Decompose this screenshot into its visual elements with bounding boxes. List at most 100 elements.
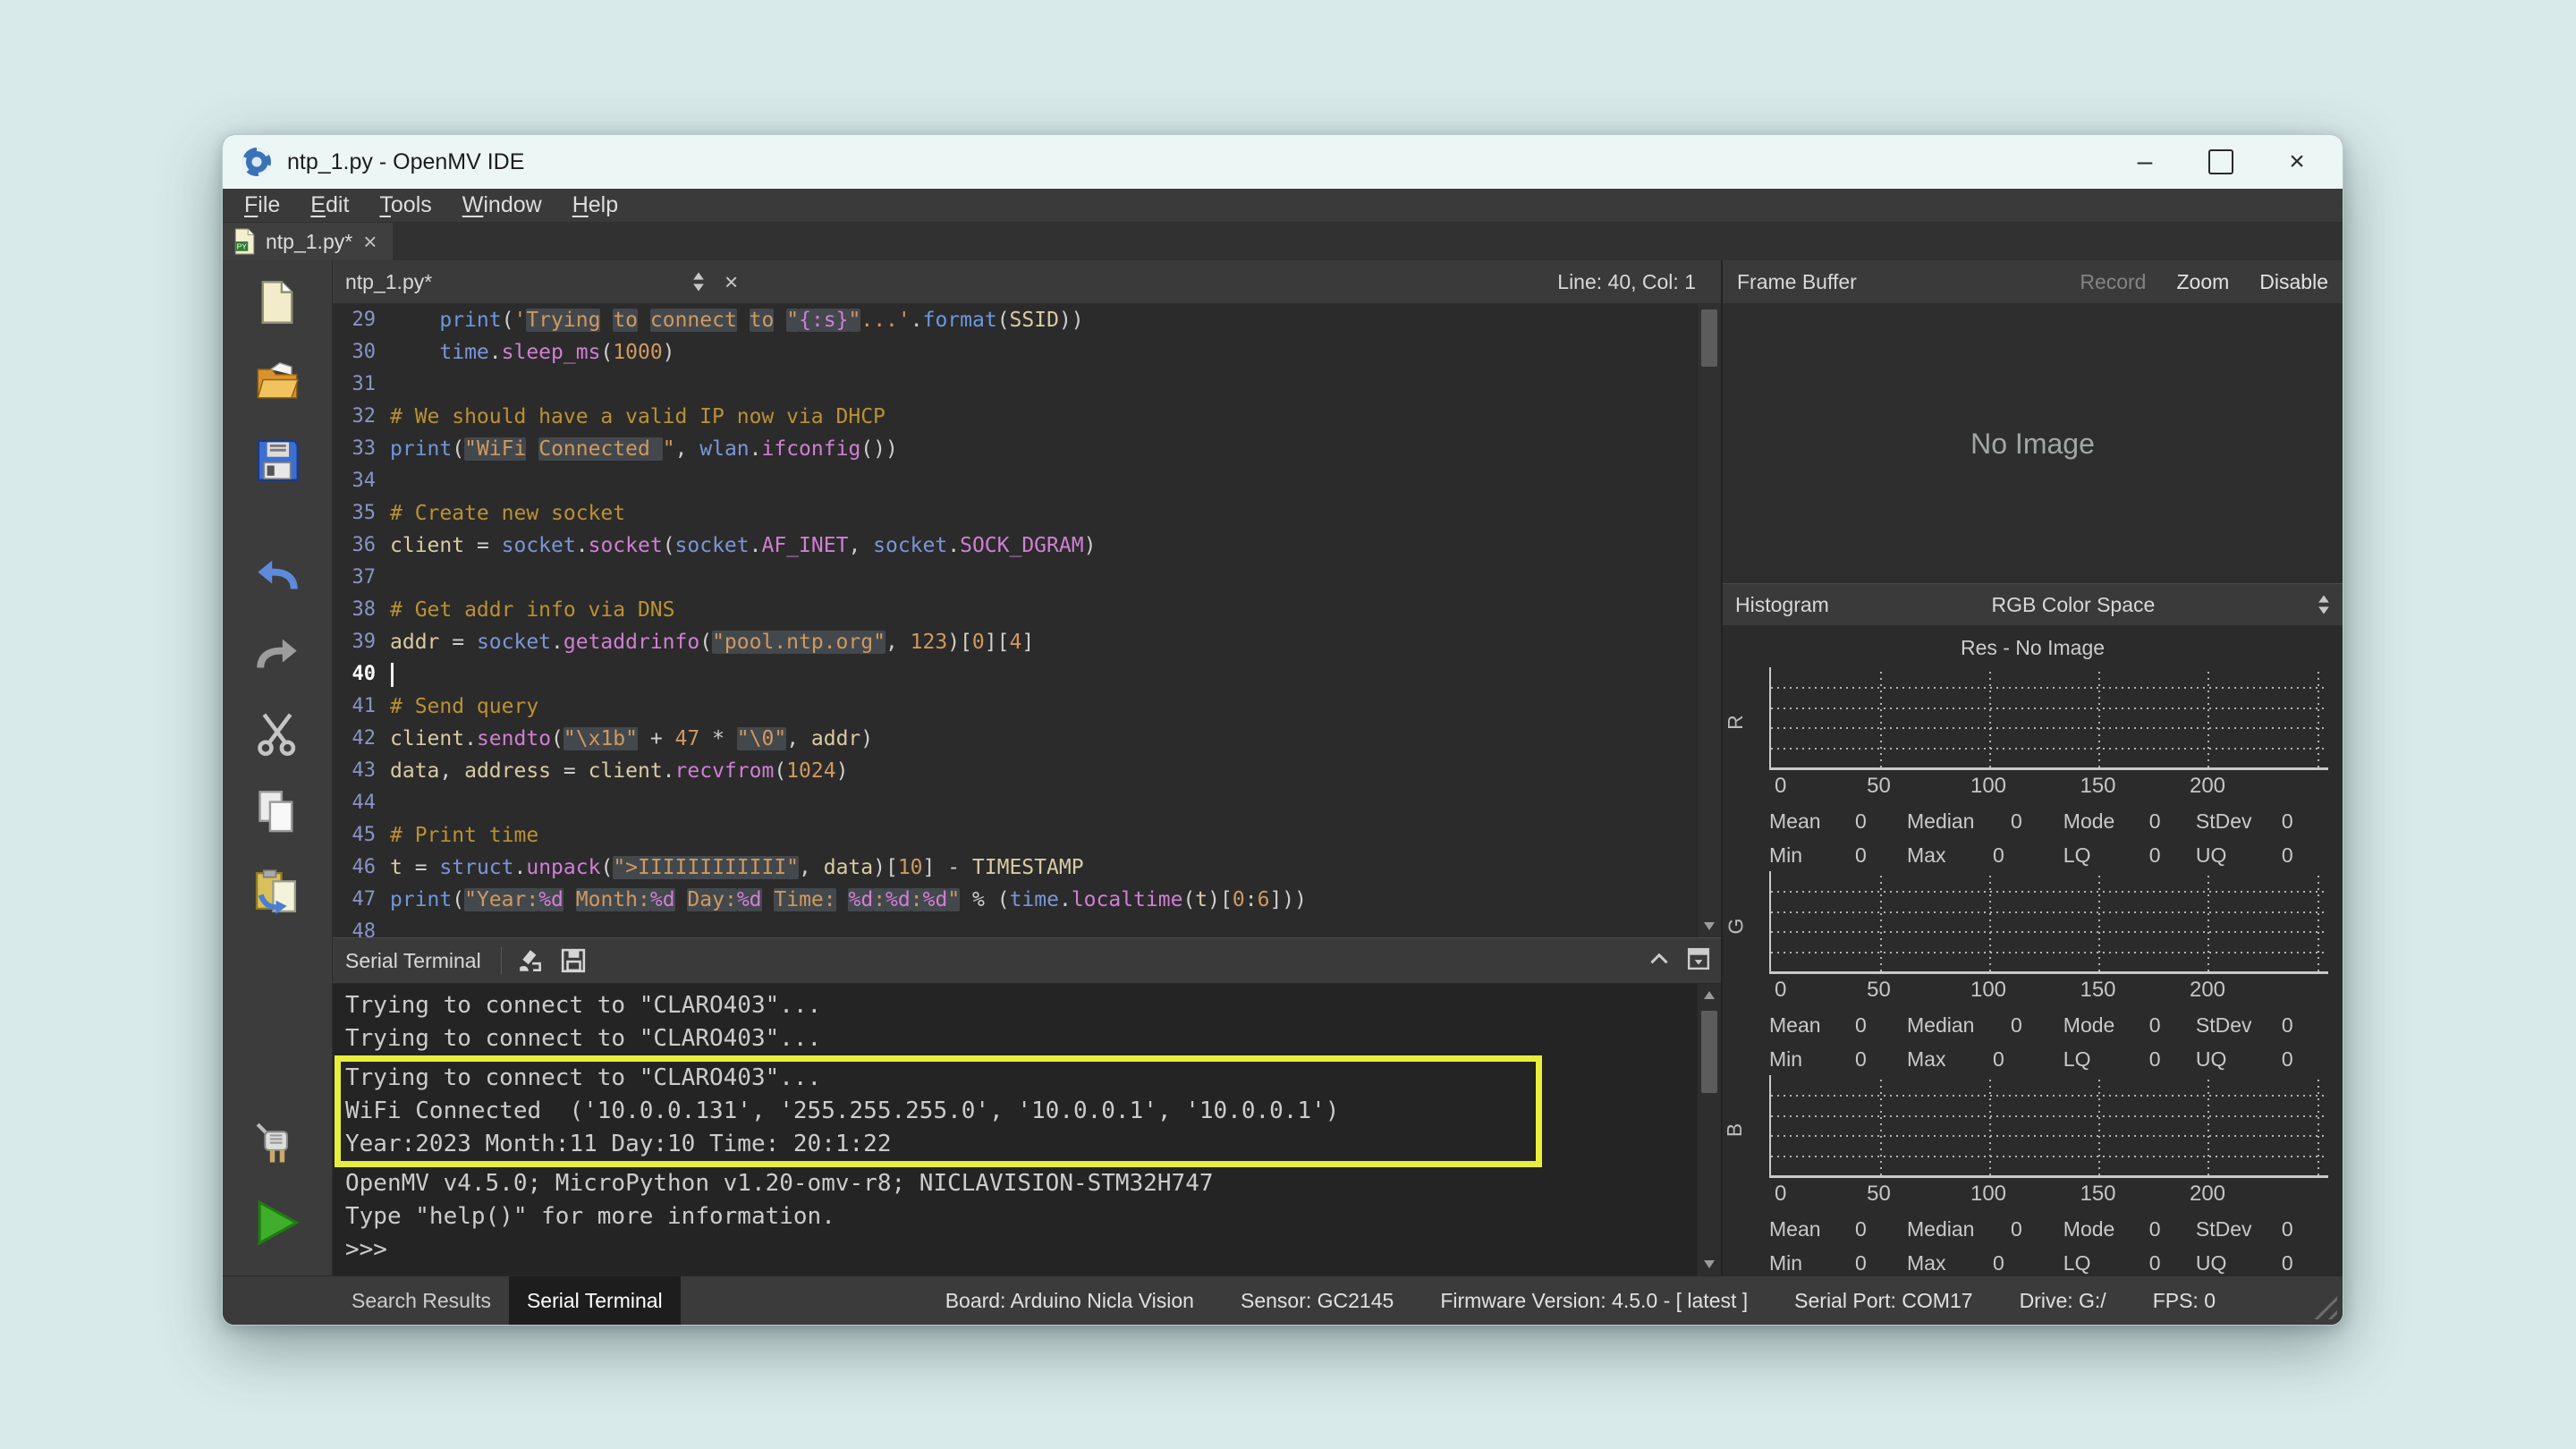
python-file-icon: PY [233,228,255,255]
menu-help[interactable]: Help [558,192,632,218]
terminal-line: >>> [333,1233,1721,1267]
copy-button[interactable] [251,786,303,838]
status-tab-serial-terminal[interactable]: Serial Terminal [509,1276,681,1325]
open-file-button[interactable] [251,355,303,407]
cursor-position: Line: 40, Col: 1 [1557,270,1696,294]
stat-mode: Mode0 [2063,1013,2196,1038]
channel-axis-label: G [1724,919,1748,935]
histogram-charts: R050100150200Mean0Median0Mode0StDev0Min0… [1723,664,2343,1275]
save-file-icon [254,436,301,483]
status-serial-port: Serial Port: COM17 [1794,1289,1972,1313]
stat-lq: LQ0 [2063,1047,2196,1072]
code-line-46: 46t = struct.unpack(">IIIIIIIIIIII", dat… [333,852,1721,884]
line-number: 31 [333,369,390,401]
close-button[interactable]: × [2282,148,2312,175]
menu-edit[interactable]: Edit [296,192,363,218]
stat-uq: UQ0 [2196,1047,2328,1072]
x-axis-ticks: 050100150200 [1769,770,2328,802]
redo-icon [254,631,301,678]
stat-max: Max0 [1907,1047,2063,1072]
line-number: 36 [333,530,390,562]
menu-bar: FileEditToolsWindowHelp [223,189,2343,223]
connect-icon [254,1121,301,1167]
terminal-line: OpenMV v4.5.0; MicroPython v1.20-omv-r8;… [333,1167,1721,1200]
openmv-ide-window: ntp_1.py - OpenMV IDE – × FileEditToolsW… [222,134,2343,1326]
openmv-logo-icon [241,146,273,178]
serial-terminal-header: Serial Terminal [333,937,1721,984]
new-file-icon [254,279,301,326]
menu-window[interactable]: Window [448,192,556,218]
stat-uq: UQ0 [2196,843,2328,868]
histogram-header: Histogram RGB Color Space [1723,583,2343,626]
stat-mean: Mean0 [1769,1217,1907,1241]
connect-button[interactable] [251,1118,303,1170]
scroll-down-icon[interactable] [1704,1260,1715,1268]
terminal-line: Trying to connect to "CLARO403"... [341,1062,1536,1095]
minimize-button[interactable]: – [2130,148,2160,175]
stat-lq: LQ0 [2063,1251,2196,1275]
menu-file[interactable]: File [230,192,294,218]
document-spinner-icon[interactable] [692,271,705,292]
color-space-spinner-icon[interactable] [2318,594,2330,615]
save-terminal-icon[interactable] [561,948,586,973]
start-script-button[interactable] [251,1197,303,1249]
document-selector[interactable]: ntp_1.py* [345,270,692,294]
line-number: 39 [333,626,390,658]
document-bar: ntp_1.py* × Line: 40, Col: 1 [333,260,1721,304]
collapse-terminal-icon[interactable] [1649,953,1669,970]
code-line-45: 45# Print time [333,819,1721,852]
menu-tools[interactable]: Tools [365,192,445,218]
window-title: ntp_1.py - OpenMV IDE [287,149,524,175]
disable-button[interactable]: Disable [2259,270,2328,294]
stat-mode: Mode0 [2063,1217,2196,1241]
stat-median: Median0 [1907,1217,2063,1241]
status-tab-search-results[interactable]: Search Results [334,1276,509,1325]
terminal-line: Year:2023 Month:11 Day:10 Time: 20:1:22 [341,1128,1536,1161]
clear-terminal-icon[interactable] [518,947,545,974]
paste-button[interactable] [251,865,303,917]
redo-button[interactable] [251,629,303,681]
terminal-scrollbar[interactable] [1697,984,1721,1275]
scroll-down-icon[interactable] [1704,922,1715,930]
maximize-button[interactable] [2208,149,2233,174]
line-number: 32 [333,401,390,433]
save-file-button[interactable] [251,434,303,486]
code-line-37: 37 [333,562,1721,594]
highlight-box: Trying to connect to "CLARO403"...WiFi C… [335,1055,1542,1167]
histogram-body: Res - No Image R050100150200Mean0Median0… [1723,626,2343,1275]
code-line-44: 44 [333,787,1721,819]
histogram-title: Histogram [1735,593,1829,617]
histogram-channel-g: G050100150200Mean0Median0Mode0StDev0Min0… [1723,868,2343,1072]
code-line-43: 43data, address = client.recvfrom(1024) [333,755,1721,787]
x-axis-ticks: 050100150200 [1769,1178,2328,1210]
undo-button[interactable] [251,550,303,602]
tab-ntp-1-py[interactable]: PY ntp_1.py* × [223,223,393,260]
stat-mean: Mean0 [1769,809,1907,834]
channel-axis-label: B [1723,1123,1747,1137]
code-line-40: 40 [333,658,1721,691]
serial-terminal-output-area[interactable]: Trying to connect to "CLARO403"...Trying… [333,984,1721,1275]
zoom-button[interactable]: Zoom [2176,270,2229,294]
stat-max: Max0 [1907,843,2063,868]
line-number: 33 [333,433,390,465]
channel-plot [1769,1075,2328,1178]
document-close-icon[interactable]: × [724,268,738,296]
code-line-42: 42client.sendto("\x1b" + 47 * "\0", addr… [333,723,1721,755]
stat-lq: LQ0 [2063,843,2196,868]
tab-close-icon[interactable]: × [363,228,377,256]
channel-stats: Mean0Median0Mode0StDev0Min0Max0LQ0UQ0 [1769,1210,2328,1275]
cut-button[interactable] [251,708,303,759]
title-bar[interactable]: ntp_1.py - OpenMV IDE – × [223,135,2343,189]
frame-buffer-title: Frame Buffer [1737,270,1857,294]
channel-plot [1769,871,2328,974]
no-image-label: No Image [1970,428,2095,461]
resolution-label: Res - No Image [1723,631,2343,664]
record-button: Record [2080,270,2146,294]
popout-terminal-icon[interactable] [1687,947,1710,975]
color-space-select[interactable]: RGB Color Space [1829,593,2318,617]
scroll-up-icon[interactable] [1704,991,1715,999]
new-file-button[interactable] [251,276,303,328]
editor-scrollbar[interactable] [1697,304,1721,937]
code-editor[interactable]: 29 print('Trying to connect to "{:s}"...… [333,304,1721,937]
editor-column: ntp_1.py* × Line: 40, Col: 1 29 print('T… [333,260,1723,1275]
